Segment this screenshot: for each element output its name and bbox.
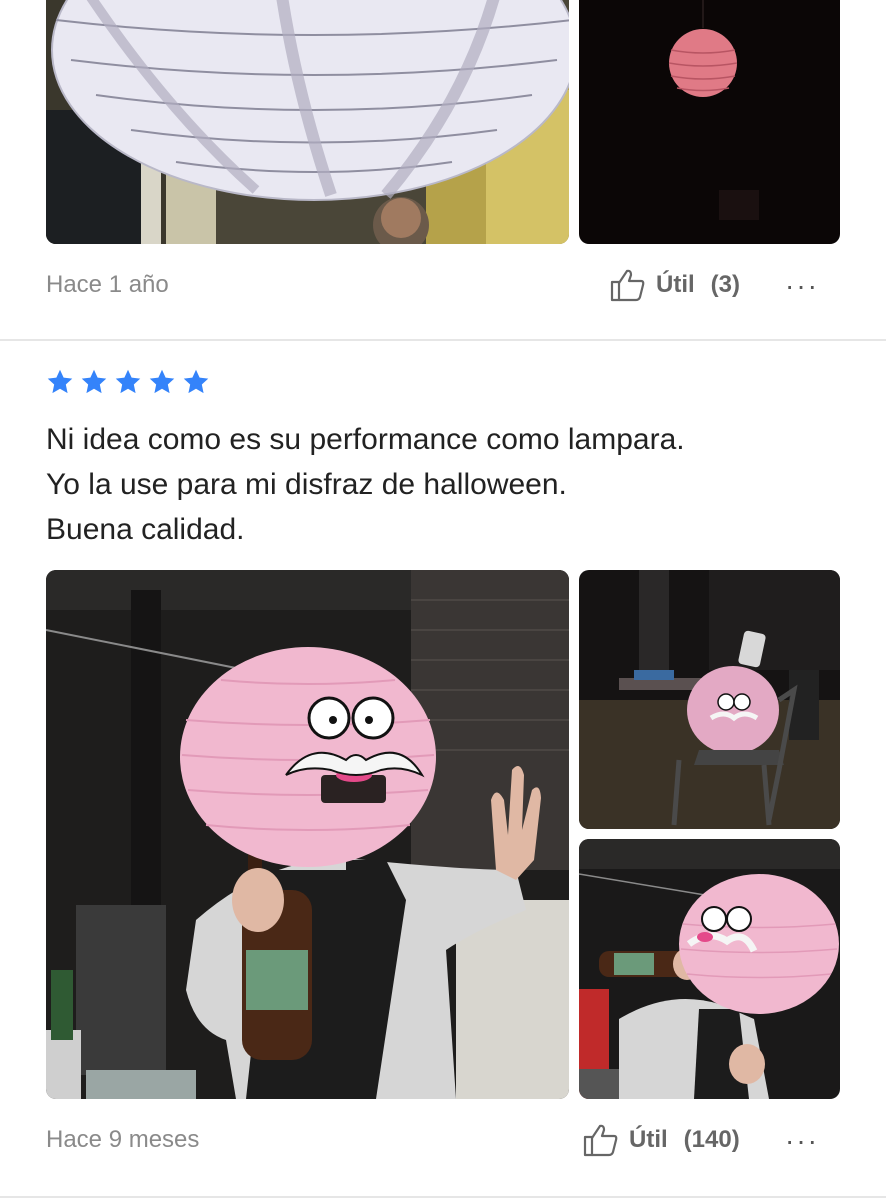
star-icon — [47, 369, 73, 394]
star-rating — [46, 368, 210, 396]
white-lantern-image — [46, 0, 569, 244]
helpful-count: (140) — [683, 1126, 740, 1153]
thumbs-up-icon — [610, 269, 645, 302]
helpful-label: Útil — [656, 271, 695, 298]
costume-drinking-image — [579, 839, 840, 1099]
review-divider — [0, 1196, 886, 1198]
costume-chair-image — [579, 570, 840, 829]
thumbs-up-icon — [583, 1124, 618, 1157]
star-icon — [183, 369, 209, 394]
helpful-label: Útil — [629, 1126, 668, 1153]
review-photo-pink-lantern[interactable] — [579, 0, 840, 244]
star-icon — [149, 369, 175, 394]
costume-main-image — [46, 570, 569, 1099]
review-text: Ni idea como es su performance como lamp… — [46, 417, 685, 552]
review-1: Hace 1 año Útil (3) ··· — [0, 0, 886, 340]
review-photo-costume-main[interactable] — [46, 570, 569, 1099]
review-text-line: Ni idea como es su performance como lamp… — [46, 423, 685, 456]
review-date: Hace 1 año — [46, 271, 169, 298]
pink-lantern-image — [579, 0, 840, 244]
more-options-button[interactable]: ··· — [785, 270, 819, 302]
helpful-count: (3) — [710, 271, 741, 298]
star-icon — [81, 369, 107, 394]
review-text-line: Buena calidad. — [46, 513, 245, 546]
star-icon — [115, 369, 141, 394]
review-photo-costume-chair[interactable] — [579, 570, 840, 829]
review-photo-costume-drinking[interactable] — [579, 839, 840, 1099]
more-options-button[interactable]: ··· — [785, 1125, 819, 1157]
review-photo-white-lantern[interactable] — [46, 0, 569, 244]
helpful-button[interactable]: Útil (3) — [610, 268, 740, 302]
review-2: Ni idea como es su performance como lamp… — [0, 341, 886, 1196]
review-date: Hace 9 meses — [46, 1126, 200, 1153]
review-text-line: Yo la use para mi disfraz de halloween. — [46, 468, 567, 501]
helpful-button[interactable]: Útil (140) — [583, 1123, 740, 1157]
